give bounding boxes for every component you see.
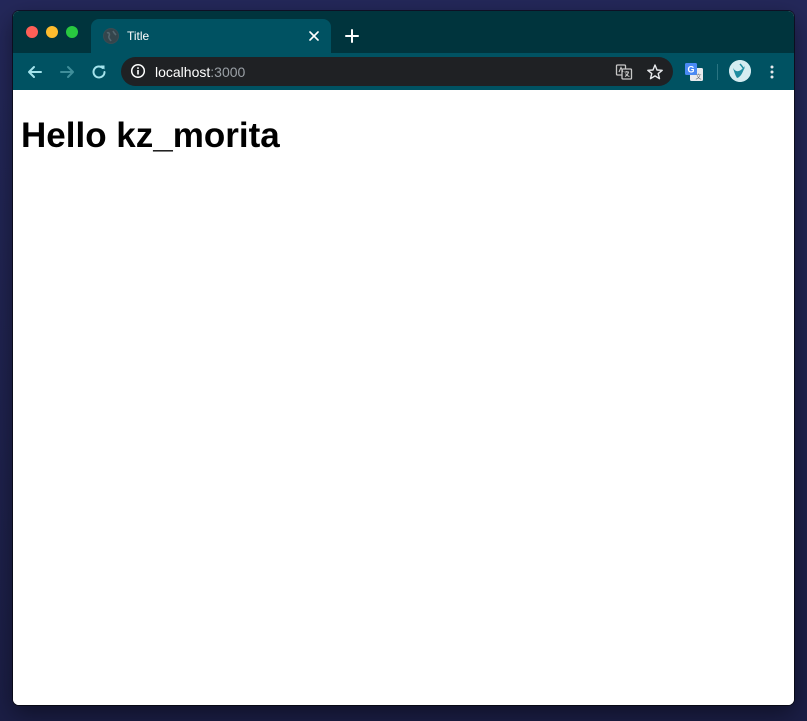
arrow-left-icon[interactable] [23,60,47,84]
plus-icon[interactable] [341,25,363,47]
url-text[interactable]: localhost:3000 [155,64,245,80]
info-icon[interactable] [130,63,146,79]
zoom-window-button[interactable] [66,26,78,38]
tab-active[interactable]: Title [91,19,331,53]
svg-text:G: G [687,65,694,75]
close-window-button[interactable] [26,26,38,38]
globe-icon [103,28,119,44]
google-translate-icon[interactable]: G 文 [684,62,704,82]
toolbar: localhost:3000 G 文 [13,53,794,90]
more-vert-icon[interactable] [763,62,781,82]
star-icon[interactable] [646,63,664,81]
arrow-right-icon[interactable] [55,60,79,84]
address-bar[interactable]: localhost:3000 [121,57,673,86]
url-port: :3000 [210,64,246,80]
svg-text:文: 文 [695,73,701,81]
reload-icon[interactable] [87,60,111,84]
tab-strip: Title [13,11,794,53]
minimize-window-button[interactable] [46,26,58,38]
tab-title: Title [127,29,150,43]
toolbar-divider [717,64,718,80]
close-icon[interactable] [305,27,323,45]
avatar[interactable] [729,60,751,82]
browser-window: Title localhost:3000 G 文 Hello kz_morita [13,11,794,705]
translate-icon[interactable] [615,63,633,81]
url-host: localhost [155,64,211,80]
page-heading: Hello kz_morita [21,116,280,155]
page-content: Hello kz_morita [13,90,794,705]
